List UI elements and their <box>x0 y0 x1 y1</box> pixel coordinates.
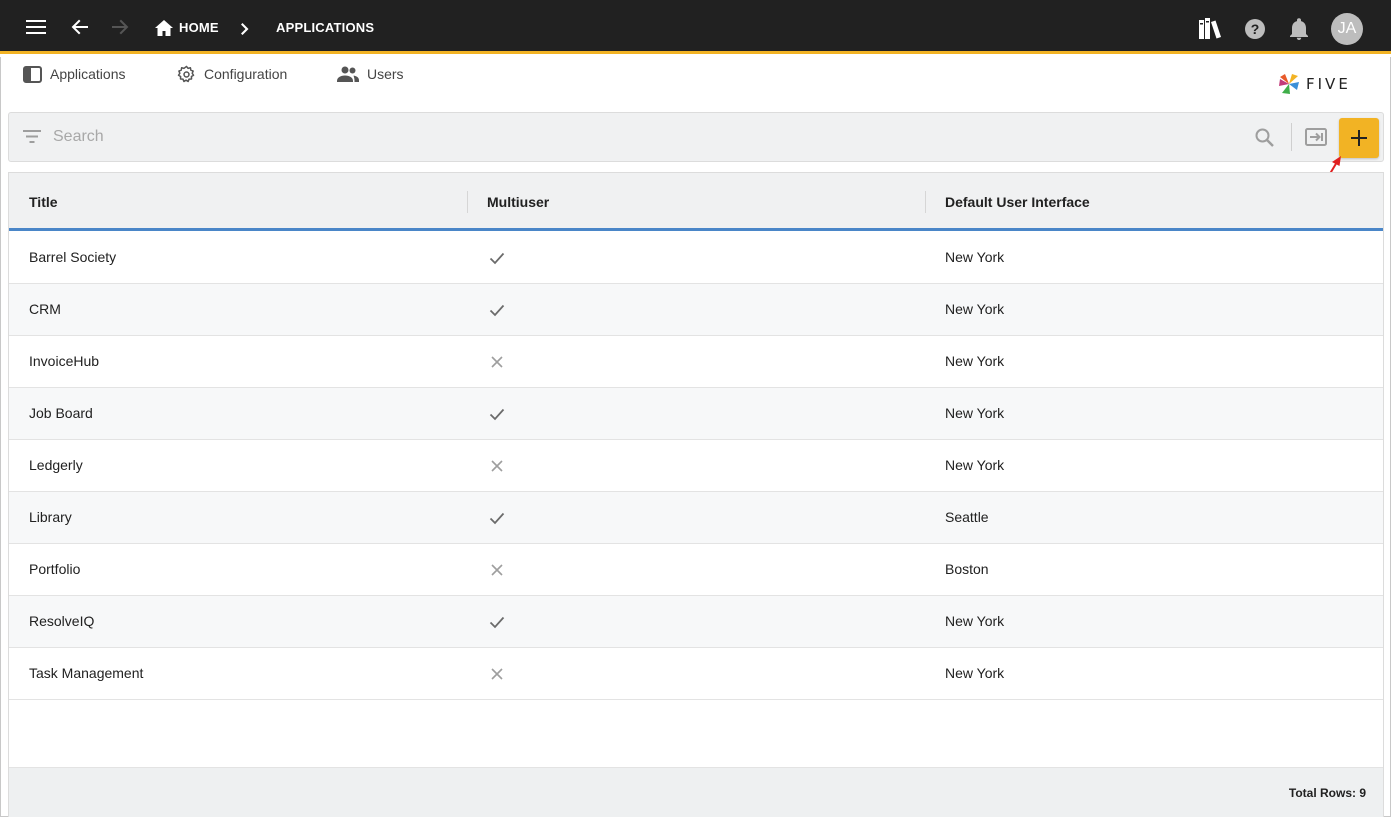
breadcrumb-current: APPLICATIONS <box>276 20 375 35</box>
cross-icon <box>488 665 506 683</box>
logo-text: FIVE <box>1306 75 1351 93</box>
table-row[interactable]: InvoiceHub New York <box>9 336 1383 388</box>
table-row[interactable]: Job Board New York <box>9 388 1383 440</box>
column-header-title[interactable]: Title <box>29 194 58 210</box>
column-separator <box>467 191 468 213</box>
table-row[interactable]: Task Management New York <box>9 648 1383 700</box>
table-row[interactable]: Ledgerly New York <box>9 440 1383 492</box>
check-icon <box>488 509 506 527</box>
settings-cog-icon <box>177 65 195 82</box>
plus-icon <box>1351 130 1367 146</box>
search-bar <box>8 112 1384 162</box>
five-logo: FIVE <box>1278 72 1351 96</box>
check-icon <box>488 249 506 267</box>
help-icon[interactable]: ? <box>1244 18 1266 45</box>
menu-icon[interactable] <box>18 9 54 45</box>
tab-label: Applications <box>50 66 126 82</box>
five-logo-mark <box>1279 74 1299 94</box>
cell-default-ui: New York <box>945 457 1005 473</box>
cell-default-ui: Seattle <box>945 509 989 525</box>
column-header-default-ui[interactable]: Default User Interface <box>945 194 1090 210</box>
cell-title: Ledgerly <box>29 457 83 473</box>
tab-applications[interactable]: Applications <box>23 64 126 84</box>
cell-title: CRM <box>29 301 61 317</box>
top-app-bar: HOME APPLICATIONS ? JA <box>0 0 1391 54</box>
home-icon[interactable] <box>155 20 173 41</box>
table-row[interactable]: Portfolio Boston <box>9 544 1383 596</box>
chevron-right-icon <box>241 22 249 40</box>
total-rows-label: Total Rows: 9 <box>1288 786 1366 800</box>
cell-default-ui: New York <box>945 665 1005 681</box>
breadcrumb-home[interactable]: HOME <box>179 20 219 35</box>
check-icon <box>488 405 506 423</box>
svg-text:?: ? <box>1251 21 1260 37</box>
cell-default-ui: New York <box>945 613 1005 629</box>
cross-icon <box>488 457 506 475</box>
notifications-bell-icon[interactable] <box>1290 18 1308 45</box>
table-header: Title Multiuser Default User Interface <box>9 173 1383 231</box>
tab-users[interactable]: Users <box>337 64 404 84</box>
cell-title: Barrel Society <box>29 249 117 265</box>
column-header-multiuser[interactable]: Multiuser <box>487 194 549 210</box>
toolbar-divider <box>1291 123 1292 151</box>
applications-table: Title Multiuser Default User Interface B… <box>8 172 1384 817</box>
user-avatar[interactable]: JA <box>1331 13 1363 45</box>
cross-icon <box>488 353 506 371</box>
table-row[interactable]: Library Seattle <box>9 492 1383 544</box>
cell-title: Portfolio <box>29 561 81 577</box>
cell-title: Library <box>29 509 72 525</box>
forward-arrow-icon[interactable] <box>102 9 138 45</box>
check-icon <box>488 301 506 319</box>
application-icon <box>23 65 42 83</box>
tab-configuration[interactable]: Configuration <box>177 64 287 84</box>
check-icon <box>488 613 506 631</box>
table-row[interactable]: ResolveIQ New York <box>9 596 1383 648</box>
table-row[interactable]: Barrel Society New York <box>9 232 1383 284</box>
search-input[interactable] <box>53 123 1233 151</box>
filter-icon[interactable] <box>23 130 41 148</box>
table-footer: Total Rows: 9 <box>9 767 1383 817</box>
add-application-button[interactable] <box>1339 118 1379 158</box>
users-icon <box>337 66 359 82</box>
cell-title: Job Board <box>29 405 93 421</box>
tab-label: Users <box>367 66 404 82</box>
import-icon[interactable] <box>1305 128 1327 151</box>
cell-title: Task Management <box>29 665 144 681</box>
cell-default-ui: New York <box>945 301 1005 317</box>
cell-default-ui: Boston <box>945 561 989 577</box>
cell-title: InvoiceHub <box>29 353 100 369</box>
cell-default-ui: New York <box>945 249 1005 265</box>
cell-default-ui: New York <box>945 405 1005 421</box>
column-separator <box>925 191 926 213</box>
tab-label: Configuration <box>204 66 288 82</box>
cell-default-ui: New York <box>945 353 1005 369</box>
cell-title: ResolveIQ <box>29 613 95 629</box>
table-row[interactable]: CRM New York <box>9 284 1383 336</box>
back-arrow-icon[interactable] <box>62 9 98 45</box>
library-books-icon[interactable] <box>1198 17 1222 46</box>
search-icon[interactable] <box>1255 128 1274 152</box>
cross-icon <box>488 561 506 579</box>
